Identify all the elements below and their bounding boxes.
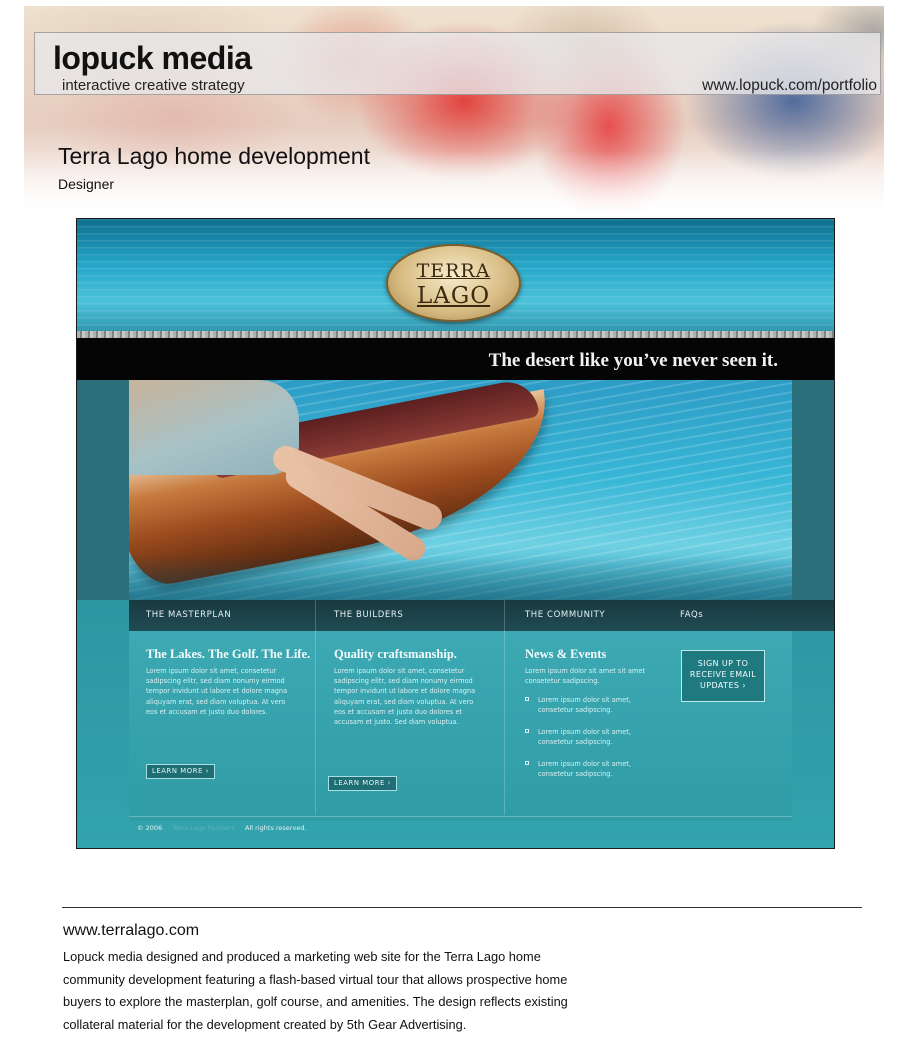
bullet-icon [525, 729, 529, 733]
column-body: Lorem ipsum dolor sit amet, consetetur s… [334, 667, 476, 727]
brand-name: lopuck media [53, 40, 252, 76]
footer-divider [129, 816, 792, 817]
signup-line1: SIGN UP TO [697, 659, 749, 668]
nav-community[interactable]: THE COMMUNITY [525, 610, 605, 620]
footer-year: © 2006 [137, 824, 163, 832]
terra-lago-logo[interactable]: TERRA LAGO [386, 244, 521, 322]
news-item[interactable]: Lorem ipsum dolor sit amet, consetetur s… [538, 695, 668, 715]
hero-shade [129, 555, 792, 600]
hero-side-panel-left [77, 380, 129, 600]
column-heading: The Lakes. The Golf. The Life. [146, 647, 311, 661]
column-divider [504, 600, 505, 815]
nav-builders[interactable]: THE BUILDERS [334, 610, 403, 620]
news-item[interactable]: Lorem ipsum dolor sit amet, consetetur s… [538, 759, 668, 779]
news-intro: Lorem ipsum dolor sit amet sit amet cons… [525, 667, 645, 685]
project-role: Designer [58, 176, 115, 192]
email-signup-button[interactable]: SIGN UP TO RECEIVE EMAIL UPDATES › [681, 650, 765, 702]
site-nav-bar [129, 600, 834, 631]
bullet-icon [525, 697, 529, 701]
learn-more-button[interactable]: LEARN MORE › [146, 764, 216, 779]
project-title: Terra Lago home development [58, 143, 370, 169]
logo-line1: TERRA [416, 260, 491, 282]
hero-boat-photo [129, 380, 792, 600]
column-body: Lorem ipsum dolor sit amet, consetetur s… [146, 667, 288, 716]
bullet-icon [525, 761, 529, 765]
site-footer: © 2006 Terra Lago Partners All rights rese… [137, 824, 307, 832]
website-screenshot: TERRA LAGO The desert like you’ve never … [76, 218, 835, 849]
project-url[interactable]: www.terralago.com [63, 922, 199, 940]
nav-masterplan[interactable]: THE MASTERPLAN [146, 610, 231, 620]
site-tagline: The desert like you’ve never seen it. [488, 350, 778, 371]
hero-side-panel-right [792, 380, 834, 600]
news-item[interactable]: Lorem ipsum dolor sit amet, consetetur s… [538, 727, 668, 747]
footer-link[interactable]: Terra Lago Partners [172, 824, 235, 832]
project-description: Lopuck media designed and produced a mar… [63, 949, 568, 1032]
signup-line3: UPDATES › [700, 681, 746, 690]
column-heading: News & Events [525, 647, 607, 661]
logo-line2: LAGO [416, 283, 491, 309]
section-divider [62, 907, 862, 908]
footer-rights: All rights reserved. [245, 824, 307, 832]
signup-line2: RECEIVE EMAIL [689, 670, 757, 679]
portfolio-url[interactable]: www.lopuck.com/portfolio [702, 77, 877, 95]
brand-tagline: interactive creative strategy [62, 77, 245, 94]
column-heading: Quality craftsmanship. [334, 647, 457, 661]
nav-faqs[interactable]: FAQs [680, 610, 703, 620]
column-divider [315, 600, 316, 815]
learn-more-button[interactable]: LEARN MORE › [328, 776, 398, 791]
